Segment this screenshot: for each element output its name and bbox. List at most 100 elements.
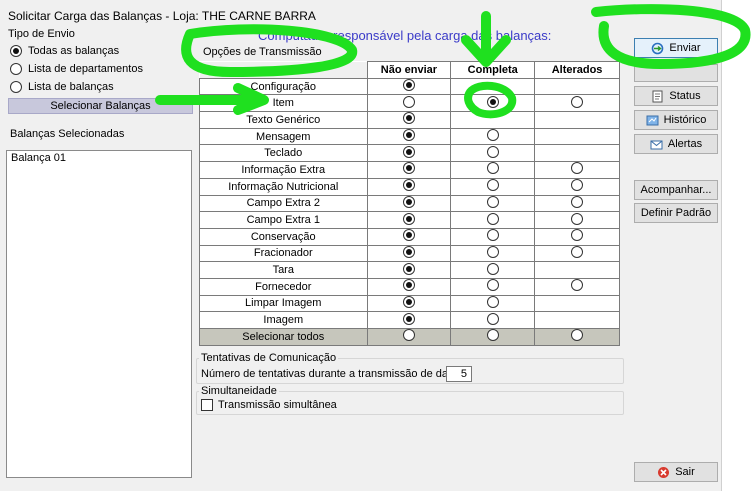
- option-radio[interactable]: [402, 95, 415, 108]
- list-item[interactable]: Balança 01: [7, 151, 191, 165]
- option-radio[interactable]: [486, 312, 499, 325]
- option-radio[interactable]: [402, 129, 415, 142]
- option-radio[interactable]: [571, 179, 584, 192]
- radio-todas-balancas[interactable]: Todas as balanças: [10, 44, 119, 58]
- option-cell[interactable]: [534, 161, 620, 179]
- option-cell[interactable]: [366, 328, 452, 346]
- option-cell[interactable]: [534, 211, 620, 229]
- option-radio[interactable]: [486, 329, 499, 342]
- option-radio[interactable]: [402, 145, 415, 158]
- option-radio[interactable]: [486, 129, 499, 142]
- radio-indicator[interactable]: [10, 63, 22, 75]
- transmissao-simultanea-checkbox[interactable]: Transmissão simultânea: [201, 399, 337, 411]
- option-radio[interactable]: [486, 229, 499, 242]
- option-radio[interactable]: [486, 212, 499, 225]
- option-cell[interactable]: [366, 111, 452, 129]
- option-radio[interactable]: [486, 195, 499, 208]
- option-cell[interactable]: [366, 294, 452, 313]
- option-radio[interactable]: [402, 329, 415, 342]
- option-radio[interactable]: [402, 262, 415, 275]
- option-radio[interactable]: [571, 95, 584, 108]
- option-cell[interactable]: [366, 161, 452, 179]
- option-cell[interactable]: [450, 244, 536, 263]
- option-cell[interactable]: [534, 94, 620, 113]
- option-radio[interactable]: [571, 195, 584, 208]
- historico-label: Histórico: [663, 114, 707, 126]
- option-radio[interactable]: [402, 229, 415, 242]
- option-cell[interactable]: [450, 144, 536, 163]
- status-button[interactable]: Status: [634, 86, 718, 106]
- option-cell[interactable]: [366, 94, 452, 113]
- option-cell[interactable]: [366, 211, 452, 229]
- option-cell[interactable]: [366, 261, 452, 279]
- definir-padrao-button[interactable]: Definir Padrão: [634, 203, 718, 223]
- option-radio[interactable]: [486, 179, 499, 192]
- option-cell[interactable]: [450, 261, 536, 279]
- radio-indicator[interactable]: [10, 81, 22, 93]
- enviar-button[interactable]: Enviar: [634, 38, 718, 58]
- balancas-listbox[interactable]: Balança 01: [6, 150, 192, 478]
- hidden-button[interactable]: [634, 64, 718, 82]
- option-radio[interactable]: [402, 195, 415, 208]
- option-cell[interactable]: [366, 311, 452, 329]
- option-cell[interactable]: [534, 194, 620, 213]
- radio-lista-balancas[interactable]: Lista de balanças: [10, 80, 114, 94]
- option-radio[interactable]: [571, 212, 584, 225]
- option-cell[interactable]: [450, 94, 536, 113]
- option-cell[interactable]: [450, 211, 536, 229]
- option-radio[interactable]: [486, 145, 499, 158]
- option-cell[interactable]: [534, 227, 620, 246]
- option-cell[interactable]: [534, 277, 620, 296]
- option-cell[interactable]: [450, 194, 536, 213]
- option-radio[interactable]: [402, 312, 415, 325]
- tentativas-input[interactable]: 5: [446, 366, 472, 382]
- option-radio[interactable]: [402, 162, 415, 175]
- option-cell[interactable]: [450, 294, 536, 313]
- option-cell[interactable]: [450, 161, 536, 179]
- option-cell[interactable]: [534, 328, 620, 346]
- option-radio[interactable]: [486, 295, 499, 308]
- option-cell[interactable]: [366, 77, 452, 96]
- option-cell[interactable]: [450, 227, 536, 246]
- radio-lista-departamentos[interactable]: Lista de departamentos: [10, 62, 143, 76]
- option-radio[interactable]: [486, 245, 499, 258]
- option-cell[interactable]: [450, 127, 536, 146]
- option-radio[interactable]: [571, 245, 584, 258]
- checkbox-indicator[interactable]: [201, 399, 213, 411]
- option-radio[interactable]: [402, 179, 415, 192]
- option-radio[interactable]: [402, 112, 415, 125]
- option-cell[interactable]: [534, 177, 620, 196]
- acompanhar-button[interactable]: Acompanhar...: [634, 180, 718, 200]
- option-radio[interactable]: [402, 279, 415, 292]
- option-cell[interactable]: [366, 244, 452, 263]
- option-cell[interactable]: [534, 244, 620, 263]
- option-radio[interactable]: [486, 162, 499, 175]
- column-header: Não enviar: [366, 61, 452, 79]
- radio-indicator[interactable]: [10, 45, 22, 57]
- option-radio[interactable]: [571, 229, 584, 242]
- option-cell[interactable]: [366, 194, 452, 213]
- option-cell[interactable]: [450, 328, 536, 346]
- option-cell[interactable]: [366, 127, 452, 146]
- historico-button[interactable]: Histórico: [634, 110, 718, 130]
- selecionar-balancas-button[interactable]: Selecionar Balanças: [8, 98, 193, 114]
- option-radio[interactable]: [571, 329, 584, 342]
- alertas-button[interactable]: Alertas: [634, 134, 718, 154]
- option-cell[interactable]: [366, 144, 452, 163]
- option-cell[interactable]: [450, 277, 536, 296]
- option-radio[interactable]: [571, 279, 584, 292]
- option-radio[interactable]: [486, 262, 499, 275]
- option-cell[interactable]: [366, 227, 452, 246]
- option-radio[interactable]: [402, 79, 415, 92]
- option-radio[interactable]: [402, 212, 415, 225]
- option-radio[interactable]: [486, 279, 499, 292]
- option-radio[interactable]: [571, 162, 584, 175]
- option-cell[interactable]: [450, 177, 536, 196]
- option-cell[interactable]: [366, 277, 452, 296]
- option-cell[interactable]: [366, 177, 452, 196]
- option-radio[interactable]: [402, 295, 415, 308]
- option-cell[interactable]: [450, 311, 536, 329]
- option-radio[interactable]: [486, 95, 499, 108]
- option-radio[interactable]: [402, 245, 415, 258]
- sair-button[interactable]: Sair: [634, 462, 718, 482]
